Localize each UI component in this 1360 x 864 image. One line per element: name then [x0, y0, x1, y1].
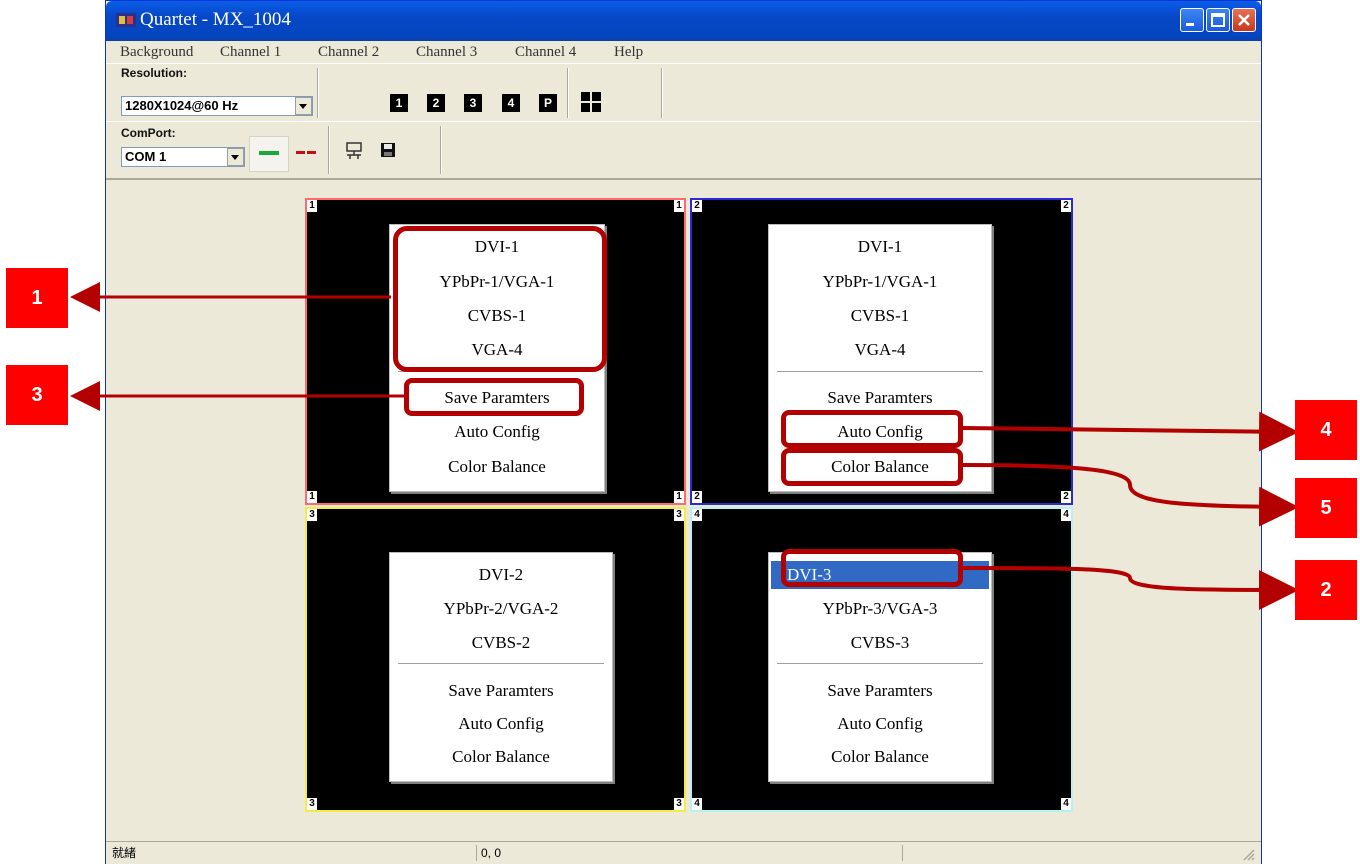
callout-badge-2: 2 — [1295, 560, 1357, 620]
arrow-callout-5 — [962, 463, 1299, 527]
callout-badge-1: 1 — [6, 268, 68, 328]
arrow-callout-4 — [962, 411, 1299, 452]
callout-arrows — [70, 282, 1299, 610]
callout-badge-5: 5 — [1295, 478, 1357, 538]
arrow-callout-2 — [962, 566, 1299, 610]
callout-badge-4: 4 — [1295, 400, 1357, 460]
callout-badge-3: 3 — [6, 365, 68, 425]
